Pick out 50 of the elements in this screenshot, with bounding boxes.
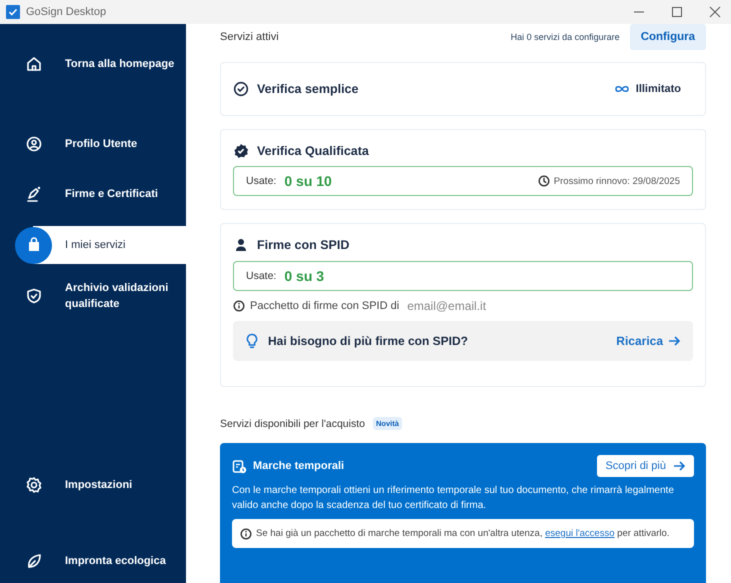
pen-icon bbox=[25, 185, 43, 203]
sidebar-item[interactable]: Impronta ecologica bbox=[0, 543, 186, 579]
lightbulb-icon bbox=[245, 333, 259, 349]
gear-icon bbox=[25, 476, 43, 494]
usage-label: Usate: bbox=[246, 175, 276, 187]
email-text: email@email.it bbox=[407, 299, 486, 313]
usage-value: 0 su 3 bbox=[284, 268, 324, 284]
learn-more-button[interactable]: Scopri di più bbox=[597, 455, 694, 477]
sidebar-item[interactable]: I miei servizi bbox=[15, 226, 186, 264]
sidebar-item[interactable]: Profilo Utente bbox=[0, 126, 186, 162]
configure-button[interactable]: Configura bbox=[630, 24, 706, 50]
recharge-link[interactable]: Ricarica bbox=[616, 334, 681, 348]
sidebar-item[interactable]: Impostazioni bbox=[0, 467, 186, 503]
card-title: Firme con SPID bbox=[257, 238, 350, 252]
info-icon bbox=[240, 528, 252, 540]
info-icon bbox=[233, 300, 245, 312]
card-title: Marche temporali bbox=[253, 460, 344, 472]
shield-icon bbox=[25, 287, 43, 305]
info-text: Se hai già un pacchetto di marche temporali ma con un'altra utenza, esegui l'accesso per attivarlo. bbox=[256, 527, 670, 541]
check-circle-icon bbox=[233, 81, 249, 97]
renewal-text: Prossimo rinnovo: 29/08/2025 bbox=[554, 176, 680, 186]
infinity-icon bbox=[614, 84, 630, 94]
sidebar-item[interactable]: Archivio validazioni qualificate bbox=[0, 278, 186, 314]
leaf-icon bbox=[25, 552, 43, 570]
status-text: Illimitato bbox=[636, 83, 681, 95]
badge-check-icon bbox=[233, 143, 249, 159]
login-link[interactable]: esegui l'accesso bbox=[545, 528, 615, 539]
card-title: Verifica semplice bbox=[257, 82, 358, 96]
close-icon[interactable] bbox=[709, 6, 721, 18]
user-icon bbox=[25, 135, 43, 153]
pending-text: Hai 0 servizi da configurare bbox=[510, 32, 620, 42]
usage-label: Usate: bbox=[246, 270, 276, 282]
card-title: Verifica Qualificata bbox=[257, 144, 369, 158]
sidebar-item[interactable]: Firme e Certificati bbox=[0, 176, 186, 212]
sidebar-item[interactable]: Torna alla homepage bbox=[0, 46, 186, 82]
arrow-right-icon bbox=[668, 335, 681, 347]
calendar-clock-icon bbox=[232, 458, 247, 474]
note-text: Pacchetto di firme con SPID di bbox=[250, 300, 400, 312]
description-text: Con le marche temporali ottieni un riferimento temporale sul tuo documento, che rimarrà legalmente valido anche dopo la scadenza del tuo certificato di firma. bbox=[232, 484, 675, 513]
app-logo-icon bbox=[6, 5, 20, 19]
person-icon bbox=[233, 237, 249, 253]
usage-value: 0 su 10 bbox=[284, 173, 332, 189]
promo-text: Hai bisogno di più firme con SPID? bbox=[268, 334, 468, 348]
section-heading: Servizi disponibili per l'acquisto bbox=[220, 418, 365, 430]
home-icon bbox=[25, 55, 43, 73]
window-title: GoSign Desktop bbox=[26, 6, 106, 18]
section-heading: Servizi attivi bbox=[220, 31, 279, 43]
maximize-icon[interactable] bbox=[671, 6, 683, 18]
arrow-right-icon bbox=[673, 460, 686, 472]
clock-icon bbox=[538, 175, 550, 187]
